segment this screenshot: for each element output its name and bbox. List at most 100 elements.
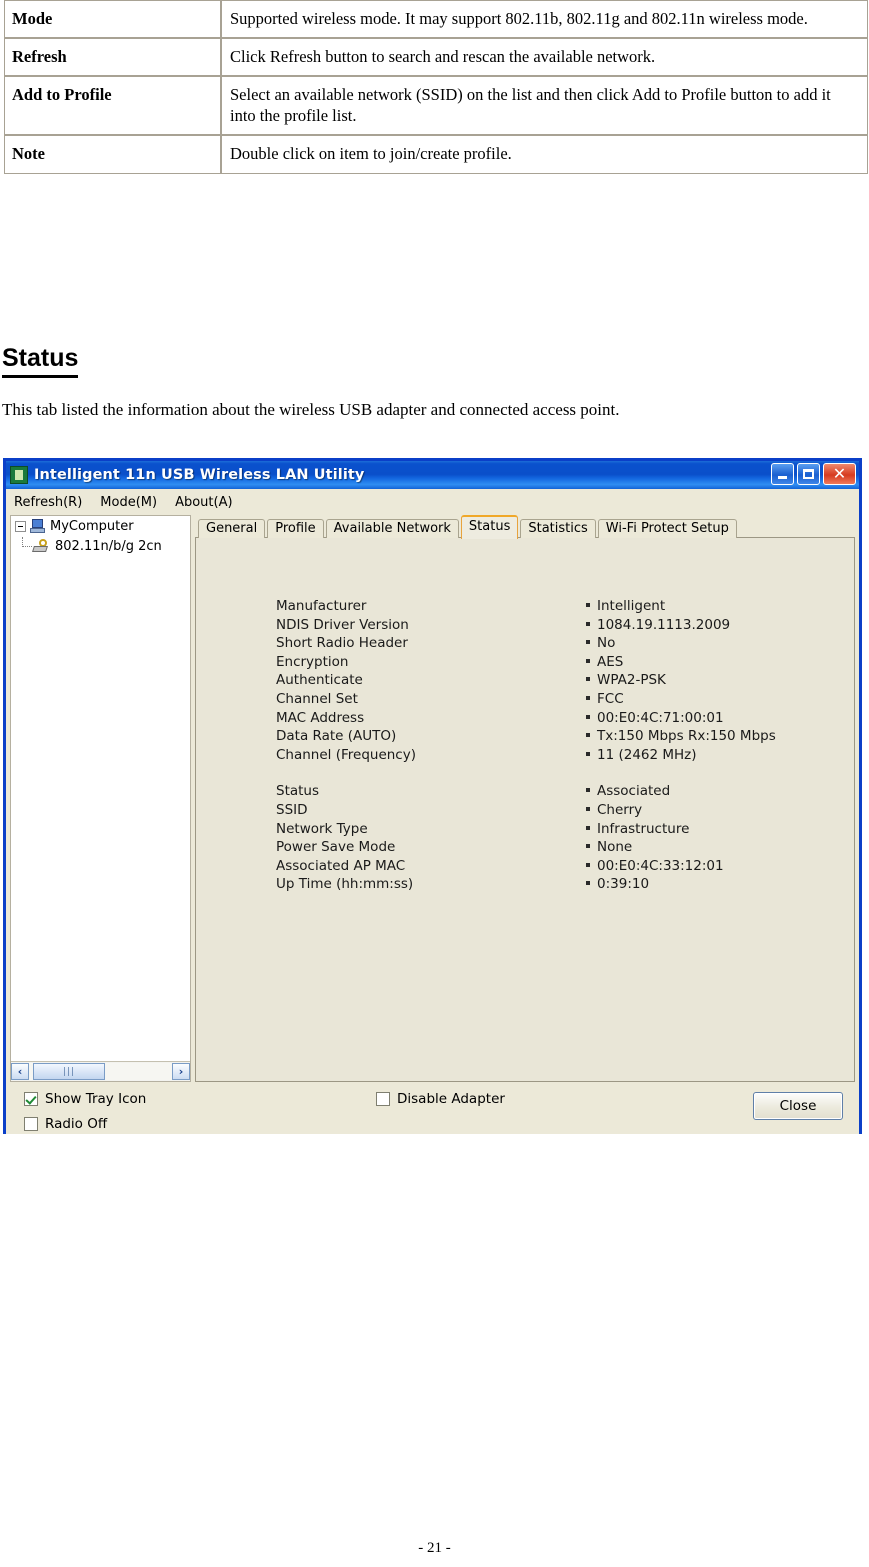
status-value-wrap: None: [586, 839, 632, 855]
status-value-wrap: Associated: [586, 783, 670, 799]
status-row: Power Save Mode None: [276, 839, 776, 858]
bottom-bar: Show Tray Icon Radio Off Disable Adapter…: [6, 1082, 859, 1134]
window-close-button[interactable]: ✕: [823, 463, 856, 485]
tab-general[interactable]: General: [198, 519, 266, 538]
maximize-button[interactable]: [797, 463, 820, 485]
checkbox-label: Disable Adapter: [397, 1091, 505, 1107]
menu-item-mode[interactable]: Mode(M): [100, 495, 157, 510]
menu-item-about[interactable]: About(A): [175, 495, 232, 510]
status-label: Power Save Mode: [276, 839, 396, 856]
bullet-icon: [586, 640, 590, 645]
bullet-icon: [586, 677, 590, 682]
status-value-wrap: 00:E0:4C:33:12:01: [586, 858, 724, 874]
status-value-wrap: No: [586, 635, 615, 651]
close-icon: ✕: [832, 464, 847, 483]
tab-available-network[interactable]: Available Network: [325, 519, 459, 538]
bullet-icon: [586, 862, 590, 867]
window-body: MyComputer 802.11n/b/g 2cn ‹ ||| › Gener…: [6, 515, 859, 1082]
feature-description-table: Mode Supported wireless mode. It may supp…: [4, 0, 868, 174]
status-row: MAC Address 00:E0:4C:71:00:01: [276, 710, 776, 729]
scrollbar-thumb[interactable]: |||: [33, 1063, 105, 1080]
status-label: Data Rate (AUTO): [276, 728, 397, 745]
window-controls: ✕: [771, 463, 856, 485]
menu-item-refresh[interactable]: Refresh(R): [14, 495, 82, 510]
page-number: - 21 -: [418, 1540, 451, 1556]
tree-horizontal-scrollbar[interactable]: ‹ ||| ›: [11, 1061, 190, 1081]
tree-item-label: MyComputer: [50, 518, 134, 534]
document-page: Mode Supported wireless mode. It may supp…: [0, 0, 869, 1556]
status-label: Channel (Frequency): [276, 746, 416, 763]
tab-strip: General Profile Available Network Status Sta…: [195, 515, 855, 539]
status-value: Infrastructure: [597, 820, 690, 837]
checkbox-icon[interactable]: [24, 1117, 38, 1131]
status-row: SSID Cherry: [276, 802, 776, 821]
table-cell-value: Click Refresh button to search and resca…: [221, 38, 868, 77]
bullet-icon: [586, 603, 590, 607]
collapse-icon[interactable]: [15, 520, 26, 532]
status-row: Associated AP MAC 00:E0:4C:33:12:01: [276, 858, 776, 877]
tab-statistics[interactable]: Statistics: [520, 519, 596, 538]
status-row: Short Radio Header No: [276, 635, 776, 654]
tab-profile[interactable]: Profile: [267, 519, 324, 538]
checkbox-icon[interactable]: [24, 1092, 38, 1106]
status-value: Intelligent: [597, 598, 666, 614]
status-row: Status Associated: [276, 783, 776, 802]
tree-connector: [22, 537, 32, 547]
status-info-grid: Manufacturer Intelligent NDIS Driver Versi…: [276, 598, 776, 895]
status-tab-panel: Manufacturer Intelligent NDIS Driver Versi…: [195, 537, 855, 1082]
page-title: Status: [2, 344, 79, 378]
tab-wi-fi-protect-setup[interactable]: Wi-Fi Protect Setup: [597, 519, 737, 538]
status-value: Tx:150 Mbps Rx:150 Mbps: [597, 728, 776, 745]
checkbox-label: Radio Off: [45, 1116, 108, 1132]
bullet-icon: [586, 714, 590, 719]
status-value: 11 (2462 MHz): [597, 746, 697, 763]
scrollbar-track[interactable]: |||: [29, 1063, 172, 1080]
disable-adapter-checkbox[interactable]: Disable Adapter: [376, 1091, 505, 1107]
status-value-wrap: Cherry: [586, 802, 642, 818]
app-window: Intelligent 11n USB Wireless LAN Utility…: [3, 458, 862, 1134]
status-value: AES: [597, 653, 624, 670]
tree-item-label: 802.11n/b/g 2cn: [55, 538, 162, 554]
title-bar: Intelligent 11n USB Wireless LAN Utility…: [6, 461, 859, 489]
status-value: 1084.19.1113.2009: [597, 616, 731, 633]
status-label: SSID: [276, 801, 308, 818]
device-tree-panel[interactable]: MyComputer 802.11n/b/g 2cn ‹ ||| ›: [10, 515, 191, 1082]
status-label: Channel Set: [276, 690, 358, 707]
status-value-wrap: Intelligent: [586, 598, 665, 614]
table-cell-key: Note: [4, 135, 221, 174]
window-title: Intelligent 11n USB Wireless LAN Utility: [34, 467, 365, 483]
bullet-icon: [586, 881, 590, 886]
status-row: Network Type Infrastructure: [276, 821, 776, 840]
status-row: Encryption AES: [276, 654, 776, 673]
bullet-icon: [586, 806, 590, 811]
status-row: Authenticate WPA2-PSK: [276, 672, 776, 691]
table-cell-value: Supported wireless mode. It may support …: [221, 0, 868, 39]
status-value: FCC: [597, 690, 624, 707]
radio-off-checkbox[interactable]: Radio Off: [24, 1116, 107, 1132]
scroll-right-arrow-icon[interactable]: ›: [172, 1063, 190, 1080]
wireless-adapter-icon: [33, 539, 51, 553]
table-cell-key: Add to Profile: [4, 76, 221, 136]
checkbox-icon[interactable]: [376, 1092, 390, 1106]
status-label: Associated AP MAC: [276, 857, 406, 874]
table-row: Add to Profile Select an available networ…: [4, 76, 868, 136]
status-label: Encryption: [276, 653, 349, 670]
status-label: Status: [276, 783, 320, 800]
tree-item-mycomputer[interactable]: MyComputer: [11, 516, 190, 536]
minimize-button[interactable]: [771, 463, 794, 485]
status-value-wrap: 0:39:10: [586, 876, 649, 892]
computer-icon: [30, 518, 46, 534]
status-value: 00:E0:4C:33:12:01: [597, 857, 724, 874]
close-button[interactable]: Close: [753, 1092, 843, 1120]
status-label: NDIS Driver Version: [276, 616, 409, 633]
bullet-icon: [586, 621, 590, 626]
tab-status[interactable]: Status: [460, 515, 519, 539]
show-tray-icon-checkbox[interactable]: Show Tray Icon: [24, 1091, 146, 1107]
status-value: Cherry: [597, 801, 643, 818]
status-row: NDIS Driver Version 1084.19.1113.2009: [276, 617, 776, 636]
tree-item-adapter[interactable]: 802.11n/b/g 2cn: [11, 536, 190, 556]
status-row: Manufacturer Intelligent: [276, 598, 776, 617]
status-value-wrap: WPA2-PSK: [586, 672, 666, 688]
status-value-wrap: AES: [586, 654, 623, 670]
scroll-left-arrow-icon[interactable]: ‹: [11, 1063, 29, 1080]
